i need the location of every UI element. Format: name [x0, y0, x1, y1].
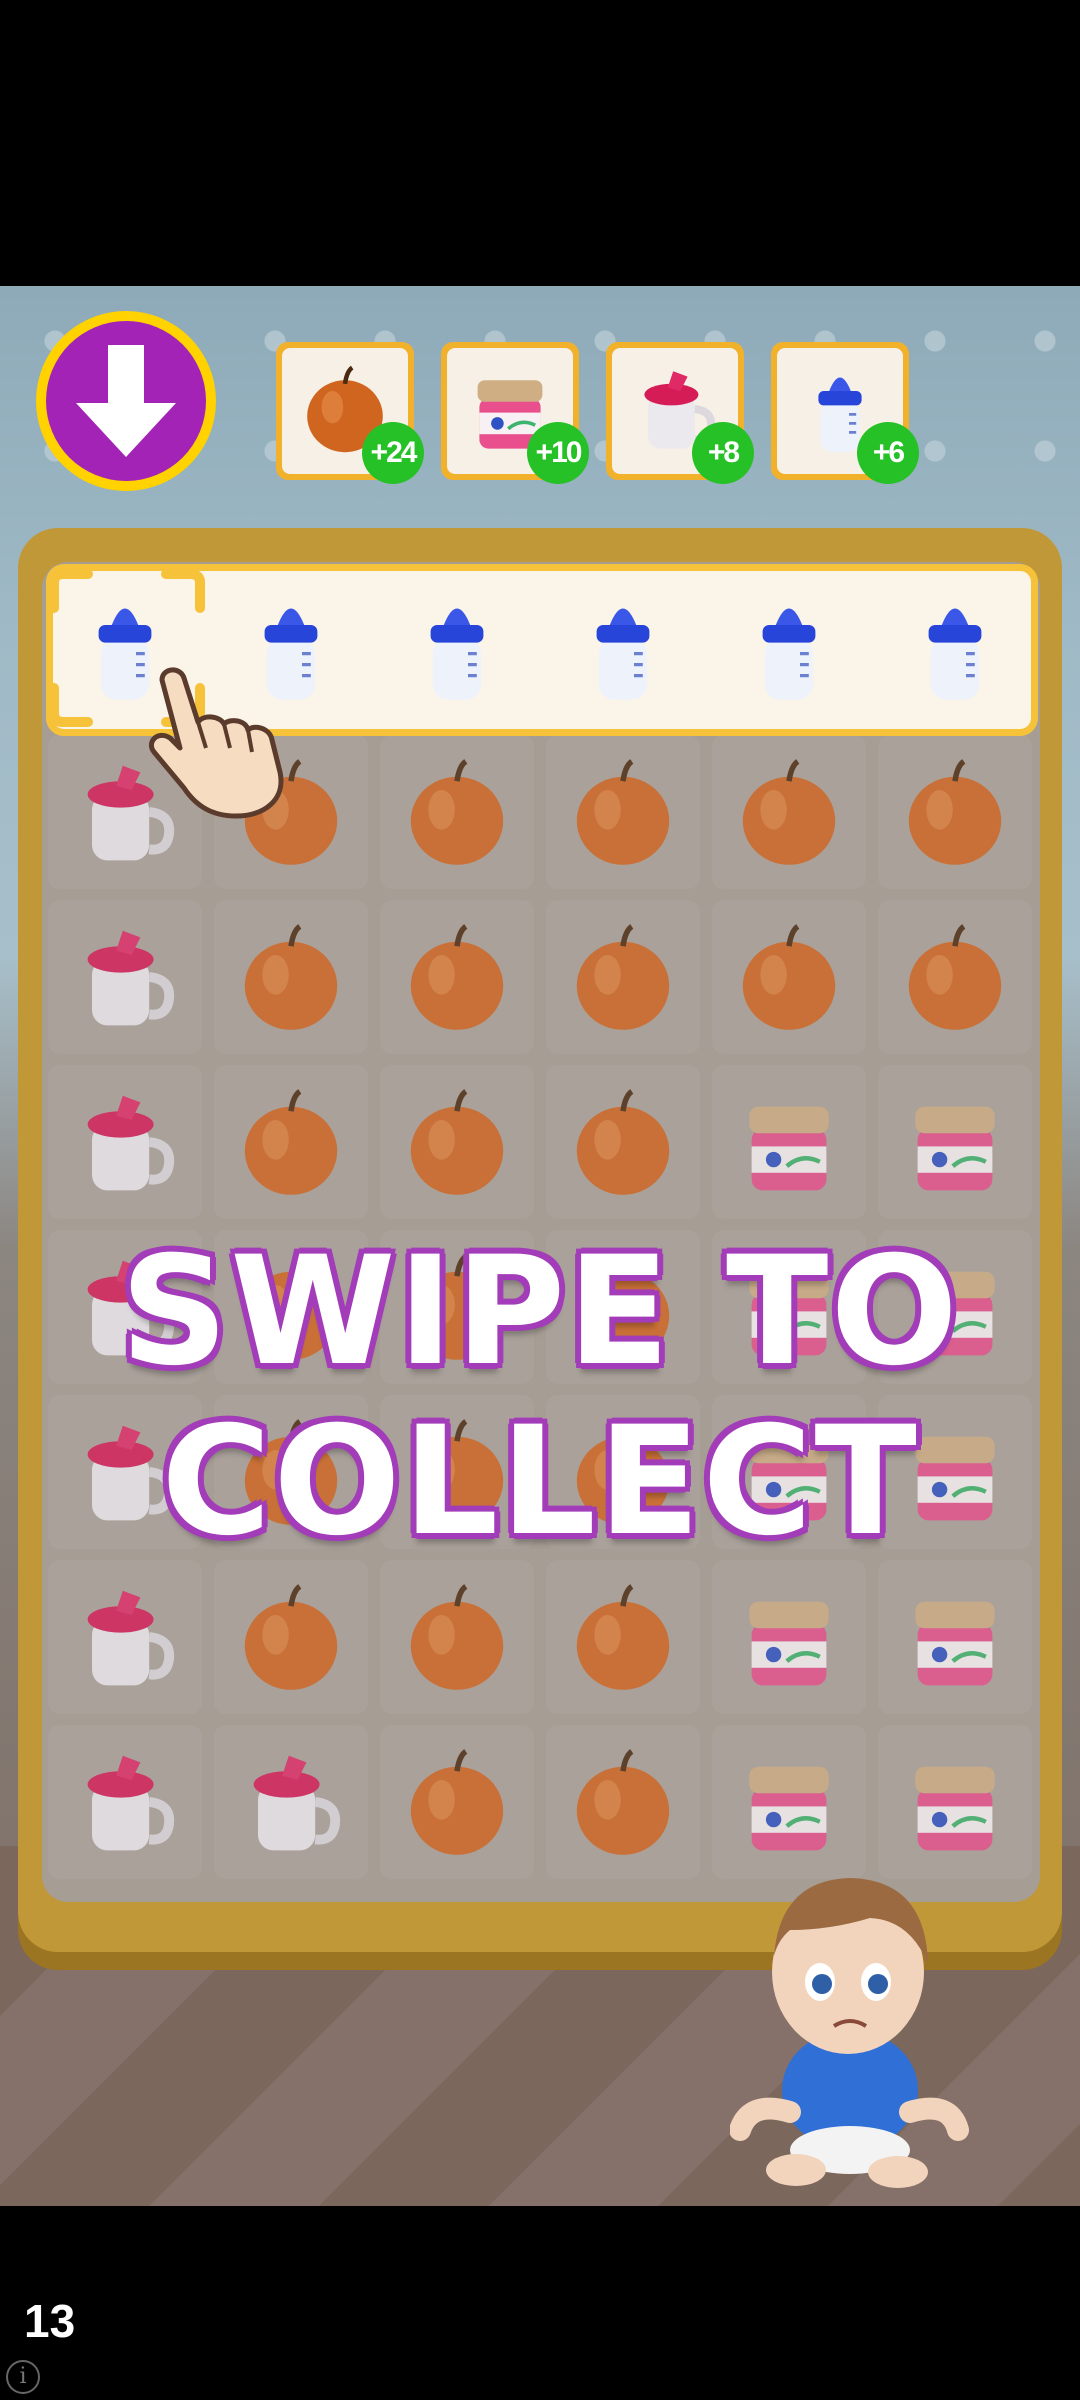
apple-icon[interactable]	[568, 757, 678, 871]
goal-count-badge: +10	[527, 422, 589, 484]
apple-icon[interactable]	[568, 1582, 678, 1696]
level-number: 13	[24, 2295, 76, 2347]
apple-icon[interactable]	[402, 1747, 512, 1861]
apple-icon[interactable]	[900, 922, 1010, 1036]
down-arrow-button[interactable]	[36, 311, 216, 491]
apple-icon[interactable]	[568, 922, 678, 1036]
baby-character	[730, 1878, 969, 2188]
apple-icon[interactable]	[900, 757, 1010, 871]
goal-baby-food-jar: +10	[441, 342, 589, 484]
apple-icon[interactable]	[402, 757, 512, 871]
baby-bottle-icon[interactable]	[900, 592, 1010, 706]
apple-icon[interactable]	[236, 1582, 346, 1696]
sippy-cup-icon[interactable]	[70, 1747, 180, 1861]
apple-icon[interactable]	[236, 1087, 346, 1201]
goal-baby-bottle: +6	[771, 342, 919, 484]
info-icon[interactable]: i	[6, 2360, 40, 2394]
goal-count-badge: +6	[857, 422, 919, 484]
apple-icon[interactable]	[734, 922, 844, 1036]
apple-icon[interactable]	[402, 1582, 512, 1696]
goal-count-badge: +24	[362, 422, 424, 484]
tutorial-hand-icon	[148, 667, 284, 819]
sippy-cup-icon[interactable]	[70, 1087, 180, 1201]
apple-icon[interactable]	[734, 757, 844, 871]
down-arrow-icon	[76, 345, 176, 457]
sippy-cup-icon[interactable]	[70, 922, 180, 1036]
baby-food-jar-icon[interactable]	[900, 1582, 1010, 1696]
apple-icon[interactable]	[568, 1747, 678, 1861]
baby-food-jar-icon[interactable]	[734, 1087, 844, 1201]
baby-food-jar-icon[interactable]	[734, 1747, 844, 1861]
goal-count-badge: +8	[692, 422, 754, 484]
apple-icon[interactable]	[402, 1087, 512, 1201]
baby-food-jar-icon[interactable]	[900, 1747, 1010, 1861]
sippy-cup-icon[interactable]	[236, 1747, 346, 1861]
apple-icon[interactable]	[402, 922, 512, 1036]
baby-bottle-icon[interactable]	[568, 592, 678, 706]
goal-apple: +24	[276, 342, 424, 484]
sippy-cup-icon[interactable]	[70, 1582, 180, 1696]
baby-bottle-icon[interactable]	[402, 592, 512, 706]
baby-bottle-icon[interactable]	[734, 592, 844, 706]
baby-food-jar-icon[interactable]	[900, 1087, 1010, 1201]
apple-icon[interactable]	[236, 922, 346, 1036]
tutorial-text-line1: SWIPE TO	[120, 1225, 960, 1399]
goal-sippy-cup: +8	[606, 342, 754, 484]
tutorial-text-line2: COLLECT	[161, 1395, 919, 1569]
apple-icon[interactable]	[568, 1087, 678, 1201]
baby-food-jar-icon[interactable]	[734, 1582, 844, 1696]
